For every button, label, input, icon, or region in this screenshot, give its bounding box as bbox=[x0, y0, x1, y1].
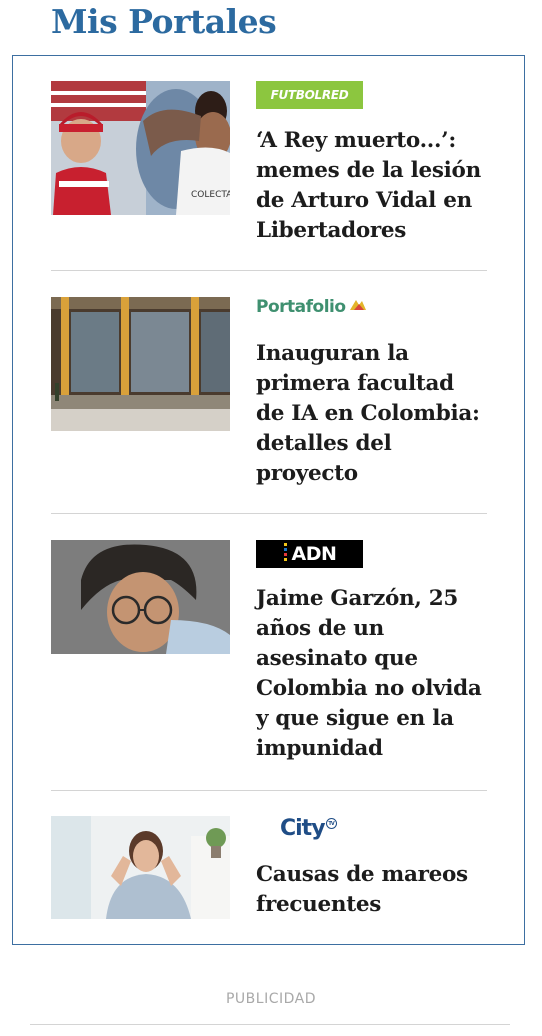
ad-label: PUBLICIDAD bbox=[225, 991, 317, 1007]
divider bbox=[51, 270, 487, 271]
city-tv-badge-icon: TV bbox=[325, 818, 337, 829]
article-thumbnail[interactable] bbox=[51, 297, 230, 431]
source-logo-portafolio[interactable]: Portafolio bbox=[256, 297, 368, 317]
article-card[interactable]: COLECTA FUTBOLRED ‘A Rey muerto...’: mem… bbox=[51, 81, 488, 251]
source-logo-city[interactable]: City TV bbox=[256, 816, 337, 841]
city-logo-text: City bbox=[280, 816, 326, 841]
portafolio-logo-icon bbox=[348, 297, 368, 317]
adn-logo-icon bbox=[283, 542, 289, 566]
article-headline[interactable]: Inauguran la primera facultad de IA en C… bbox=[256, 339, 488, 489]
portals-box: COLECTA FUTBOLRED ‘A Rey muerto...’: mem… bbox=[12, 55, 525, 945]
article-card[interactable]: Portafolio Inauguran la primera facultad… bbox=[51, 297, 488, 497]
source-logo-futbolred[interactable]: FUTBOLRED bbox=[256, 81, 363, 109]
divider bbox=[51, 790, 487, 791]
divider bbox=[51, 513, 487, 514]
article-thumbnail[interactable] bbox=[51, 540, 230, 654]
article-card[interactable]: ADN Jaime Garzón, 25 años de un asesinat… bbox=[51, 540, 488, 770]
portafolio-logo-text: Portafolio bbox=[256, 297, 346, 317]
ad-divider bbox=[30, 1024, 510, 1025]
section-title: Mis Portales bbox=[51, 2, 277, 41]
article-headline[interactable]: ‘A Rey muerto...’: memes de la lesión de… bbox=[256, 126, 488, 246]
article-headline[interactable]: Causas de mareos frecuentes bbox=[256, 860, 488, 920]
article-headline[interactable]: Jaime Garzón, 25 años de un asesinato qu… bbox=[256, 584, 488, 764]
source-logo-adn[interactable]: ADN bbox=[256, 540, 363, 568]
futbolred-logo-text: FUTBOLRED bbox=[256, 81, 363, 109]
article-card[interactable]: City TV Causas de mareos frecuentes bbox=[51, 816, 488, 926]
article-thumbnail[interactable]: COLECTA bbox=[51, 81, 230, 215]
adn-logo-text: ADN bbox=[291, 543, 337, 565]
jersey-text: COLECTA bbox=[191, 190, 230, 200]
article-thumbnail[interactable] bbox=[51, 816, 230, 919]
